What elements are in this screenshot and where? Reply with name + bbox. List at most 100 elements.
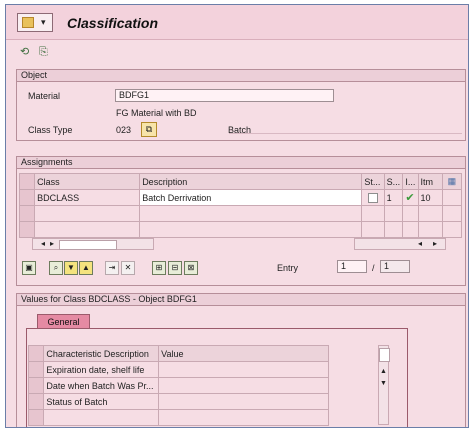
i-cell[interactable]	[402, 221, 419, 238]
s-cell[interactable]: 1	[383, 189, 404, 206]
horizontal-scrollbar-left[interactable]: ◂ ▸	[32, 238, 154, 250]
scroll-up-icon[interactable]: ▲	[379, 368, 388, 378]
table-row[interactable]: Date when Batch Was Pr...	[27, 377, 329, 394]
row-selector[interactable]	[27, 393, 45, 410]
itm-cell[interactable]	[417, 205, 443, 222]
empty-cell	[441, 221, 463, 238]
chevron-down-icon: ▾	[41, 17, 46, 27]
detail-icon: ▣	[25, 263, 33, 272]
column-header-itm[interactable]: Itm	[417, 173, 443, 190]
scroll-down-icon[interactable]: ▼	[379, 380, 388, 390]
s-cell[interactable]	[383, 221, 404, 238]
table-row[interactable]: Expiration date, shelf life	[27, 361, 329, 378]
values-section-header: Values for Class BDCLASS - Object BDFG1	[16, 293, 466, 306]
description-cell[interactable]	[139, 205, 363, 222]
trash-icon: ✕	[124, 263, 132, 272]
horizontal-scrollbar-right[interactable]: ◂ ▸	[354, 238, 446, 250]
detail-button[interactable]: ▣	[22, 261, 36, 275]
description-cell[interactable]	[139, 221, 363, 238]
i-cell[interactable]	[402, 205, 419, 222]
value-cell[interactable]	[158, 393, 329, 410]
table-header-row: Class Description St... S... I... Itm ▦	[18, 173, 463, 190]
sap-menu-icon	[22, 17, 34, 28]
column-header-value[interactable]: Value	[158, 345, 329, 362]
column-header-description[interactable]: Description	[139, 173, 363, 190]
vertical-scrollbar[interactable]: ▲ ▼	[378, 345, 390, 425]
table-settings-icon: ▦	[447, 176, 457, 186]
scroll-thumb[interactable]	[379, 348, 390, 362]
value-cell[interactable]	[158, 377, 329, 394]
down-arrow-button[interactable]: ▼	[64, 261, 78, 275]
insert-row-icon: ⇥	[108, 263, 116, 272]
check-icon: ✔	[402, 189, 419, 206]
description-underline	[229, 133, 462, 134]
table-row[interactable]: Status of Batch	[27, 393, 329, 410]
select-all-cell[interactable]	[18, 173, 36, 190]
entry-total: 1	[380, 260, 410, 273]
row-selector[interactable]	[18, 205, 36, 222]
column-header-status[interactable]: St...	[361, 173, 385, 190]
value-cell[interactable]	[158, 409, 329, 426]
status-cell[interactable]	[361, 205, 385, 222]
system-menu-button[interactable]: ▾	[17, 13, 53, 32]
table-settings-button[interactable]: ▦	[441, 173, 463, 190]
characteristic-cell: Expiration date, shelf life	[43, 361, 160, 378]
status-cell[interactable]	[361, 189, 385, 206]
select-all-cell[interactable]	[27, 345, 45, 362]
value-cell[interactable]	[158, 361, 329, 378]
arrow-down-icon: ▼	[67, 263, 75, 272]
column-header-i[interactable]: I...	[402, 173, 419, 190]
other-document-icon[interactable]: ⎘	[39, 46, 51, 58]
table-row[interactable]: BDCLASS Batch Derrivation 1 ✔ 10	[18, 189, 463, 206]
itm-cell[interactable]: 10	[417, 189, 443, 206]
material-description: FG Material with BD	[116, 108, 197, 118]
change-values-icon: ⊟	[171, 263, 179, 272]
find-button[interactable]: ⌕	[49, 261, 63, 275]
material-field[interactable]: BDFG1	[115, 89, 334, 102]
column-header-characteristic[interactable]: Characteristic Description	[43, 345, 160, 362]
class-cell[interactable]: BDCLASS	[34, 189, 141, 206]
table-row[interactable]	[27, 409, 329, 426]
value-help-icon: ⧉	[145, 124, 153, 134]
s-cell[interactable]	[383, 205, 404, 222]
class-type-field[interactable]: 023	[116, 125, 131, 135]
change-values-button[interactable]: ⊟	[168, 261, 182, 275]
table-header-row: Characteristic Description Value	[27, 345, 329, 362]
characteristic-cell: Date when Batch Was Pr...	[43, 377, 160, 394]
row-selector[interactable]	[27, 377, 45, 394]
entry-field[interactable]: 1	[337, 260, 367, 273]
delete-row-button[interactable]: ✕	[121, 261, 135, 275]
class-cell[interactable]	[34, 221, 141, 238]
scroll-right-icon[interactable]: ▸	[50, 239, 54, 248]
table-row[interactable]	[18, 221, 463, 238]
display-document-icon[interactable]: ⟲	[20, 46, 32, 58]
status-cell[interactable]	[361, 221, 385, 238]
up-arrow-button[interactable]: ▲	[79, 261, 93, 275]
row-selector[interactable]	[18, 189, 36, 206]
characteristics-table: Characteristic Description Value Expirat…	[27, 345, 329, 426]
assignments-table: Class Description St... S... I... Itm ▦ …	[18, 173, 463, 238]
row-selector[interactable]	[27, 409, 45, 426]
row-selector[interactable]	[27, 361, 45, 378]
column-header-class[interactable]: Class	[34, 173, 141, 190]
insert-row-button[interactable]: ⇥	[105, 261, 119, 275]
object-list-button[interactable]: ⊠	[184, 261, 198, 275]
status-checkbox[interactable]	[368, 192, 379, 203]
row-selector[interactable]	[18, 221, 36, 238]
scroll-left-icon[interactable]: ◂	[41, 239, 45, 248]
itm-cell[interactable]	[417, 221, 443, 238]
class-type-label: Class Type	[28, 125, 73, 135]
description-cell[interactable]: Batch Derrivation	[139, 189, 363, 206]
search-help-button[interactable]: ⧉	[141, 122, 157, 137]
scroll-left-icon[interactable]: ◂	[418, 239, 422, 248]
scroll-thumb[interactable]	[59, 240, 117, 250]
tab-general[interactable]: General	[37, 314, 90, 329]
object-list-icon: ⊠	[187, 263, 195, 272]
characteristic-cell: Status of Batch	[43, 393, 160, 410]
column-header-s[interactable]: S...	[383, 173, 404, 190]
assignments-section-header: Assignments	[16, 156, 466, 169]
values-button[interactable]: ⊞	[152, 261, 166, 275]
scroll-right-icon[interactable]: ▸	[433, 239, 437, 248]
class-cell[interactable]	[34, 205, 141, 222]
table-row[interactable]	[18, 205, 463, 222]
